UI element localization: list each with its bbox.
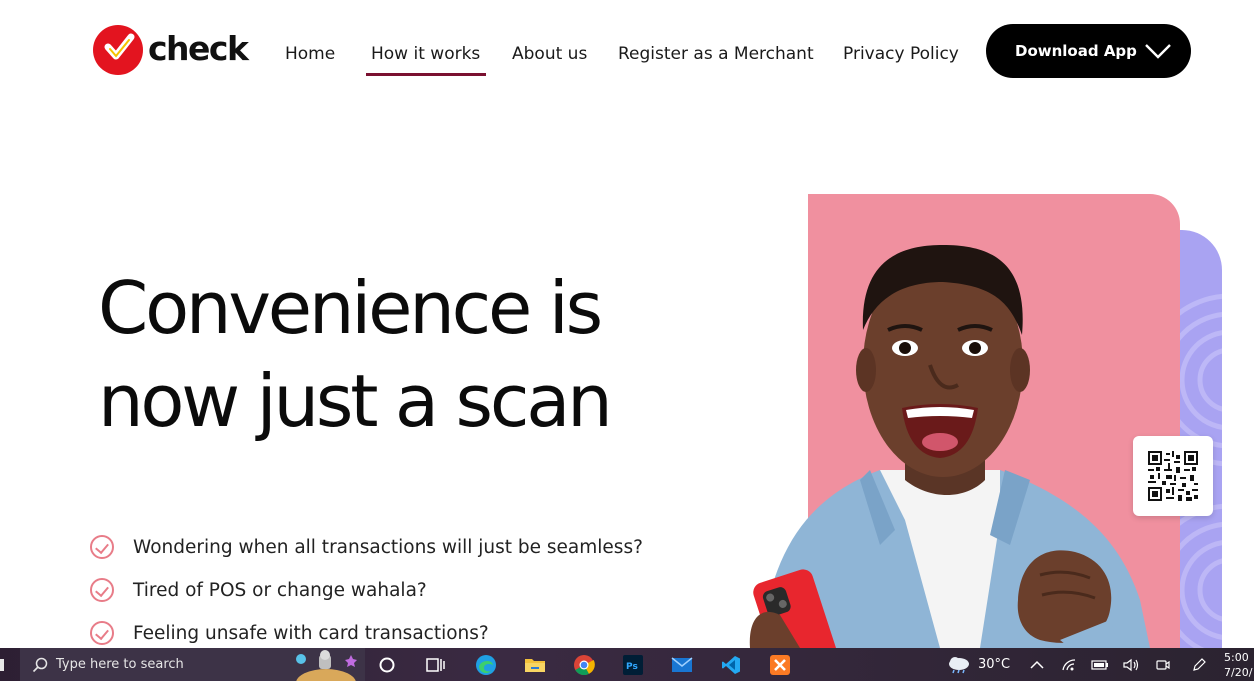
wifi-icon[interactable] [1058, 654, 1080, 676]
weather-temperature: 30°C [978, 657, 1011, 672]
edge-browser-icon[interactable] [475, 654, 497, 676]
search-highlight-image [296, 650, 357, 681]
smiling-man-with-phone-image [749, 245, 1150, 674]
svg-text:Ps: Ps [626, 662, 638, 672]
system-clock[interactable]: 5:00 7/20/ [1224, 650, 1254, 680]
battery-icon[interactable] [1089, 654, 1111, 676]
chevron-up-icon[interactable] [1026, 654, 1048, 676]
windows-taskbar: Type here to search Ps 30°C 5:00 7/20/ [0, 648, 1254, 681]
qr-code-card [1133, 436, 1213, 516]
vscode-icon[interactable] [720, 654, 742, 676]
photoshop-icon[interactable]: Ps [622, 654, 644, 676]
weather-widget[interactable]: 30°C [946, 648, 1010, 681]
cloud-rain-icon [949, 656, 969, 673]
chrome-icon[interactable] [573, 654, 595, 676]
clock-time: 5:00 [1224, 651, 1249, 664]
xampp-icon[interactable] [769, 654, 791, 676]
search-icon [32, 657, 48, 672]
taskbar-search[interactable]: Type here to search [20, 648, 365, 681]
volume-icon[interactable] [1120, 654, 1142, 676]
meet-now-icon[interactable] [1152, 654, 1174, 676]
clock-date: 7/20/ [1224, 666, 1253, 679]
search-placeholder: Type here to search [56, 657, 184, 672]
task-view-icon[interactable] [424, 654, 446, 676]
cortana-icon[interactable] [376, 654, 398, 676]
start-button[interactable] [0, 659, 4, 671]
pen-workspace-icon[interactable] [1188, 654, 1210, 676]
qr-code-icon [1148, 451, 1198, 501]
mail-icon[interactable] [671, 654, 693, 676]
file-explorer-icon[interactable] [524, 654, 546, 676]
